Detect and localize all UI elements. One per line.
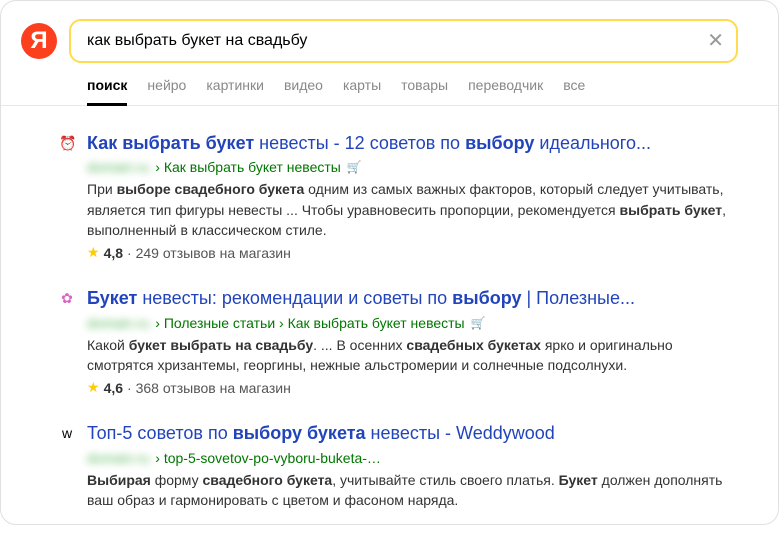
tab-переводчик[interactable]: переводчик [468,77,543,105]
tab-поиск[interactable]: поиск [87,77,127,105]
result-breadcrumb: › Полезные статьи › Как выбрать букет не… [155,315,464,331]
reviews-count: · 368 отзывов на магазин [127,380,291,396]
star-icon: ★ [87,379,100,396]
tab-видео[interactable]: видео [284,77,323,105]
clear-icon[interactable]: ✕ [707,31,724,51]
result-rating: ★4,6 · 368 отзывов на магазин [87,379,738,396]
tab-все[interactable]: все [563,77,585,105]
search-input[interactable] [69,19,738,63]
result-title[interactable]: Букет невесты: рекомендации и советы по … [87,287,738,310]
reviews-count: · 249 отзывов на магазин [127,245,291,261]
result-snippet: При выборе свадебного букета одним из са… [87,179,738,240]
cart-icon: 🛒 [347,160,362,174]
tabs-nav: поиск нейро картинки видео карты товары перево… [1,63,778,106]
result-url[interactable]: domain.ru › Полезные статьи › Как выбрат… [87,315,738,331]
search-result: ⏰Как выбрать букет невесты - 12 советов … [87,132,738,261]
yandex-logo[interactable]: Я [21,23,57,59]
result-url[interactable]: domain.ru › top-5-sovetov-po-vyboru-buke… [87,450,738,466]
result-title[interactable]: Как выбрать букет невесты - 12 советов п… [87,132,738,155]
result-title[interactable]: Топ-5 советов по выбору букета невесты -… [87,422,738,445]
rating-value: 4,6 [104,380,123,396]
result-domain: domain.ru [87,159,149,175]
result-url[interactable]: domain.ru › Как выбрать букет невесты 🛒 [87,159,738,175]
tab-нейро[interactable]: нейро [147,77,186,105]
header: Я ✕ [1,1,778,63]
rating-value: 4,8 [104,245,123,261]
favicon-icon: ✿ [59,290,75,306]
cart-icon: 🛒 [471,316,486,330]
star-icon: ★ [87,244,100,261]
tab-карты[interactable]: карты [343,77,381,105]
tab-товары[interactable]: товары [401,77,448,105]
result-domain: domain.ru [87,450,149,466]
result-breadcrumb: › Как выбрать букет невесты [155,159,341,175]
result-snippet: Какой букет выбрать на свадьбу. ... В ос… [87,335,738,376]
favicon-icon: ⏰ [59,135,75,151]
search-result: wТоп-5 советов по выбору букета невесты … [87,422,738,510]
tab-картинки[interactable]: картинки [206,77,264,105]
result-snippet: Выбирая форму свадебного букета, учитыва… [87,470,738,511]
search-result: ✿Букет невесты: рекомендации и советы по… [87,287,738,396]
search-container: ✕ [69,19,738,63]
logo-letter: Я [30,27,47,55]
result-rating: ★4,8 · 249 отзывов на магазин [87,244,738,261]
result-domain: domain.ru [87,315,149,331]
results-list: ⏰ Как выбрать букет невесты - 12 советов … [1,106,778,556]
favicon-icon: w [59,425,75,441]
result-breadcrumb: › top-5-sovetov-po-vyboru-buketa-… [155,450,381,466]
